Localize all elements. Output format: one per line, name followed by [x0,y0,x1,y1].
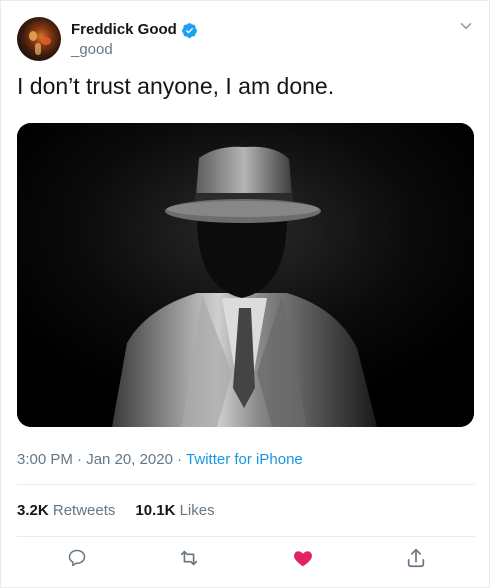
avatar[interactable] [17,17,61,61]
tweet-time[interactable]: 3:00 PM [17,451,73,468]
likes-label: Likes [179,502,215,519]
author-display-name[interactable]: Freddick Good [71,20,177,40]
avatar-detail [41,37,51,45]
avatar-detail [35,43,41,55]
author-name-row: Freddick Good [71,20,198,40]
retweets-stat[interactable]: 3.2K Retweets [17,501,115,521]
heart-icon[interactable] [291,546,315,570]
chevron-down-icon[interactable] [457,17,475,35]
tweet-source-link[interactable]: Twitter for iPhone [186,451,303,468]
photo-man-in-hat-and-trench-coat-icon [17,123,474,427]
author-handle[interactable]: _good [71,40,113,60]
tweet-date[interactable]: Jan 20, 2020 [86,451,173,468]
tweet-meta: 3:00 PM · Jan 20, 2020 · Twitter for iPh… [17,450,303,470]
share-icon[interactable] [404,546,428,570]
retweets-label: Retweets [52,502,116,519]
reply-icon[interactable] [65,546,89,570]
retweets-count: 3.2K [17,502,49,519]
tweet-header: Freddick Good _good [17,17,475,61]
divider [17,536,475,537]
likes-stat[interactable]: 10.1K Likes [135,501,214,521]
meta-separator: · [77,451,83,468]
tweet-actions [17,546,475,572]
avatar-detail [29,31,37,41]
meta-separator: · [177,451,183,468]
verified-badge-icon [181,22,198,39]
tweet-text: I don’t trust anyone, I am done. [17,73,335,99]
retweet-icon[interactable] [177,546,201,570]
tweet-card: Freddick Good _good I don’t trust anyone… [0,0,490,588]
likes-count: 10.1K [135,502,176,519]
tweet-media-photo[interactable] [17,123,474,427]
divider [17,484,475,485]
tweet-stats: 3.2K Retweets 10.1K Likes [17,501,215,521]
